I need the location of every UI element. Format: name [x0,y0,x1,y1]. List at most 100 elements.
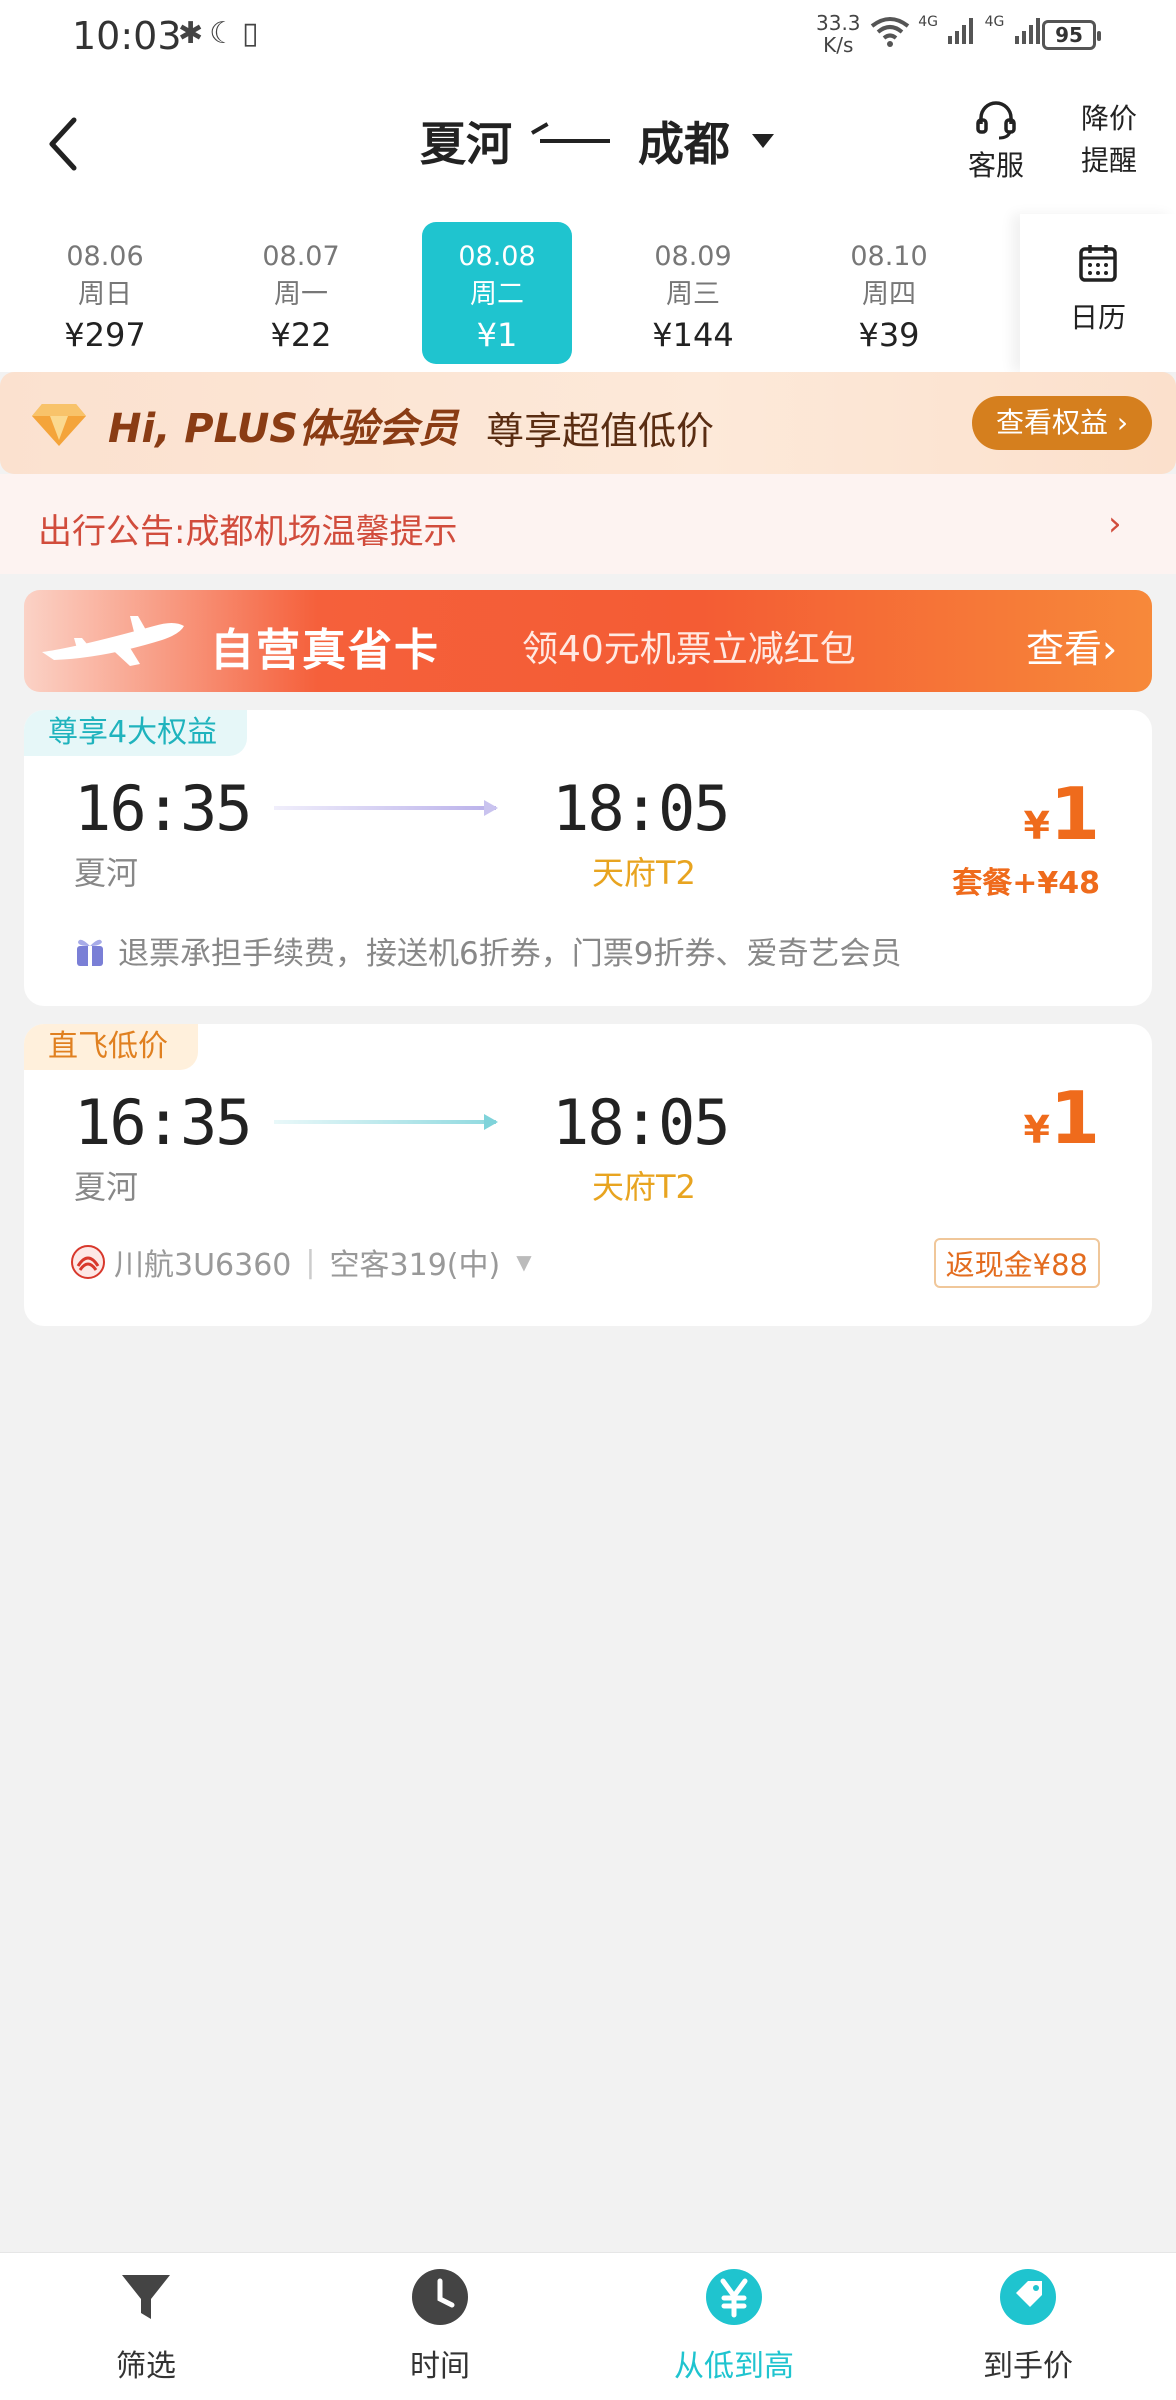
date-item-price: ¥144 [652,316,734,354]
promo-view-button[interactable]: 查看› [1026,618,1117,673]
departure-time: 16:35 [74,772,253,845]
date-item[interactable]: 08.06 周日 ¥297 [30,222,180,364]
travel-notice-bar[interactable]: 出行公告:成都机场温馨提示 › [0,474,1176,574]
date-item-date: 08.07 [262,241,340,272]
arrival-airport: 天府T2 [592,1168,696,1206]
bluetooth-icon: ✱ [178,16,210,51]
status-icons-right: 4G 4G [870,14,1043,48]
plus-banner-title: Hi, PLUS体验会员 [108,406,459,452]
price-amount: 1 [1049,772,1100,856]
date-item-weekday: 周二 [470,279,524,310]
airplane-icon [42,616,184,666]
date-item-price: ¥39 [858,316,920,354]
price-amount: 1 [1049,1076,1100,1160]
flight-number: 川航3U6360 [114,1248,292,1283]
flight-price: ¥1 [1023,1076,1100,1160]
flight-benefits: 退票承担手续费，接送机6折券，门票9折券、爱奇艺会员 [74,928,901,973]
aircraft-type: 空客319(中) [329,1248,501,1283]
signal-icon-2 [1014,18,1040,44]
headset-icon [976,101,1016,140]
bottom-toolbar: 筛选 时间 从低到高 到手价 [0,2252,1176,2400]
departure-time: 16:35 [74,1086,253,1159]
origin-city: 夏河 [420,117,512,171]
flight-card[interactable]: 尊享4大权益 16:35 18:05 夏河 天府T2 ¥1 套餐+¥48 退票承… [24,710,1152,1006]
date-item-price: ¥297 [64,316,146,354]
price-currency: ¥ [1023,1108,1050,1152]
date-item-date: 08.10 [850,241,928,272]
chevron-down-icon [752,134,774,148]
network-1-label: 4G [918,14,939,30]
date-item[interactable]: 08.10 周四 ¥39 [814,222,964,364]
benefits-text: 退票承担手续费，接送机6折券，门票9折券、爱奇艺会员 [118,936,902,972]
benefit-gift-icon [77,939,103,966]
calendar-button[interactable]: 日历 [1020,214,1176,372]
saver-card-promo-banner[interactable]: 自营真省卡 领40元机票立减红包 查看› [24,590,1152,692]
arrival-time: 18:05 [552,772,731,845]
arrival-time: 18:05 [552,1086,731,1159]
view-benefits-label: 查看权益 [995,406,1108,439]
yuan-icon [706,2269,762,2325]
diamond-icon [32,404,86,446]
vibrate-icon: ▯ [242,16,265,51]
price-alert-button[interactable]: 降价 提醒 [1072,98,1146,182]
network-speed-unit: K/s [823,33,854,57]
date-item[interactable]: 08.09 周三 ¥144 [618,222,768,364]
travel-notice-text: 出行公告:成都机场温馨提示 [38,512,458,552]
date-item-selected[interactable]: 08.08 周二 ¥1 [422,222,572,364]
time-sort-label: 时间 [410,2349,470,2384]
filter-button[interactable]: 筛选 [46,2267,246,2385]
date-selector: 08.06 周日 ¥297 08.07 周一 ¥22 08.08 周二 ¥1 0… [0,214,1176,372]
flight-tag: 直飞低价 [24,1024,198,1070]
network-speed-value: 33.3 [816,11,861,35]
moon-icon: ☾ [209,16,243,51]
final-price-button[interactable]: 到手价 [928,2267,1128,2385]
price-alert-label-1: 降价 [1080,102,1137,135]
date-item-date: 08.06 [66,241,144,272]
flight-tag: 尊享4大权益 [24,710,248,756]
time-sort-button[interactable]: 时间 [340,2267,540,2385]
tag-icon [1000,2269,1056,2325]
status-icons-left: ✱☾▯ [178,16,265,51]
date-item-date: 08.09 [654,241,732,272]
chevron-right-icon: › [1108,504,1122,544]
flight-card[interactable]: 直飞低价 16:35 18:05 夏河 天府T2 ¥1 川航3U6360 | 空… [24,1024,1152,1326]
date-item-weekday: 周日 [78,279,132,310]
flight-arrow-icon [274,1114,498,1130]
cashback-badge: 返现金¥88 [933,1238,1100,1288]
customer-service-button[interactable]: 客服 [956,100,1036,184]
promo-subtitle: 领40元机票立减红包 [522,629,856,670]
date-item-weekday: 周三 [666,279,720,310]
plus-member-banner[interactable]: Hi, PLUS体验会员 尊享超值低价 查看权益 › [0,372,1176,474]
price-low-to-high-button[interactable]: 从低到高 [634,2267,834,2385]
date-item-weekday: 周四 [862,279,916,310]
view-benefits-button[interactable]: 查看权益 › [972,396,1152,450]
calendar-icon [1079,245,1117,282]
price-currency: ¥ [1023,804,1050,848]
chevron-right-icon: › [1102,627,1118,671]
status-bar: 10:03 ✱☾▯ 33.3 K/s 4G 4G 95 [0,0,1176,72]
plus-banner-subtitle: 尊享超值低价 [486,409,715,453]
date-item-price: ¥1 [476,316,518,354]
network-2-label: 4G [984,14,1005,30]
promo-view-label: 查看 [1026,627,1103,671]
price-alert-label-2: 提醒 [1080,144,1137,177]
price-sort-label: 从低到高 [674,2349,794,2384]
airline-info[interactable]: 川航3U6360 | 空客319(中) ▼ [70,1240,532,1284]
date-item[interactable]: 08.07 周一 ¥22 [226,222,376,364]
filter-icon [122,2275,170,2319]
customer-service-label: 客服 [967,149,1024,182]
filter-label: 筛选 [116,2349,176,2384]
top-header: 夏河 成都 客服 降价 提醒 [0,72,1176,214]
date-item-price: ¥22 [270,316,332,354]
final-price-label: 到手价 [983,2349,1073,2384]
date-item-weekday: 周一 [274,279,328,310]
route-arrow-icon [540,139,610,143]
back-arrow-icon[interactable] [44,116,84,172]
calendar-label: 日历 [1069,301,1126,334]
battery-indicator: 95 [1042,20,1101,50]
status-time: 10:03 [72,14,182,58]
arrival-airport: 天府T2 [592,854,696,892]
separator: | [305,1244,316,1280]
flight-arrow-icon [274,800,498,816]
route-selector[interactable]: 夏河 成都 [420,108,774,174]
